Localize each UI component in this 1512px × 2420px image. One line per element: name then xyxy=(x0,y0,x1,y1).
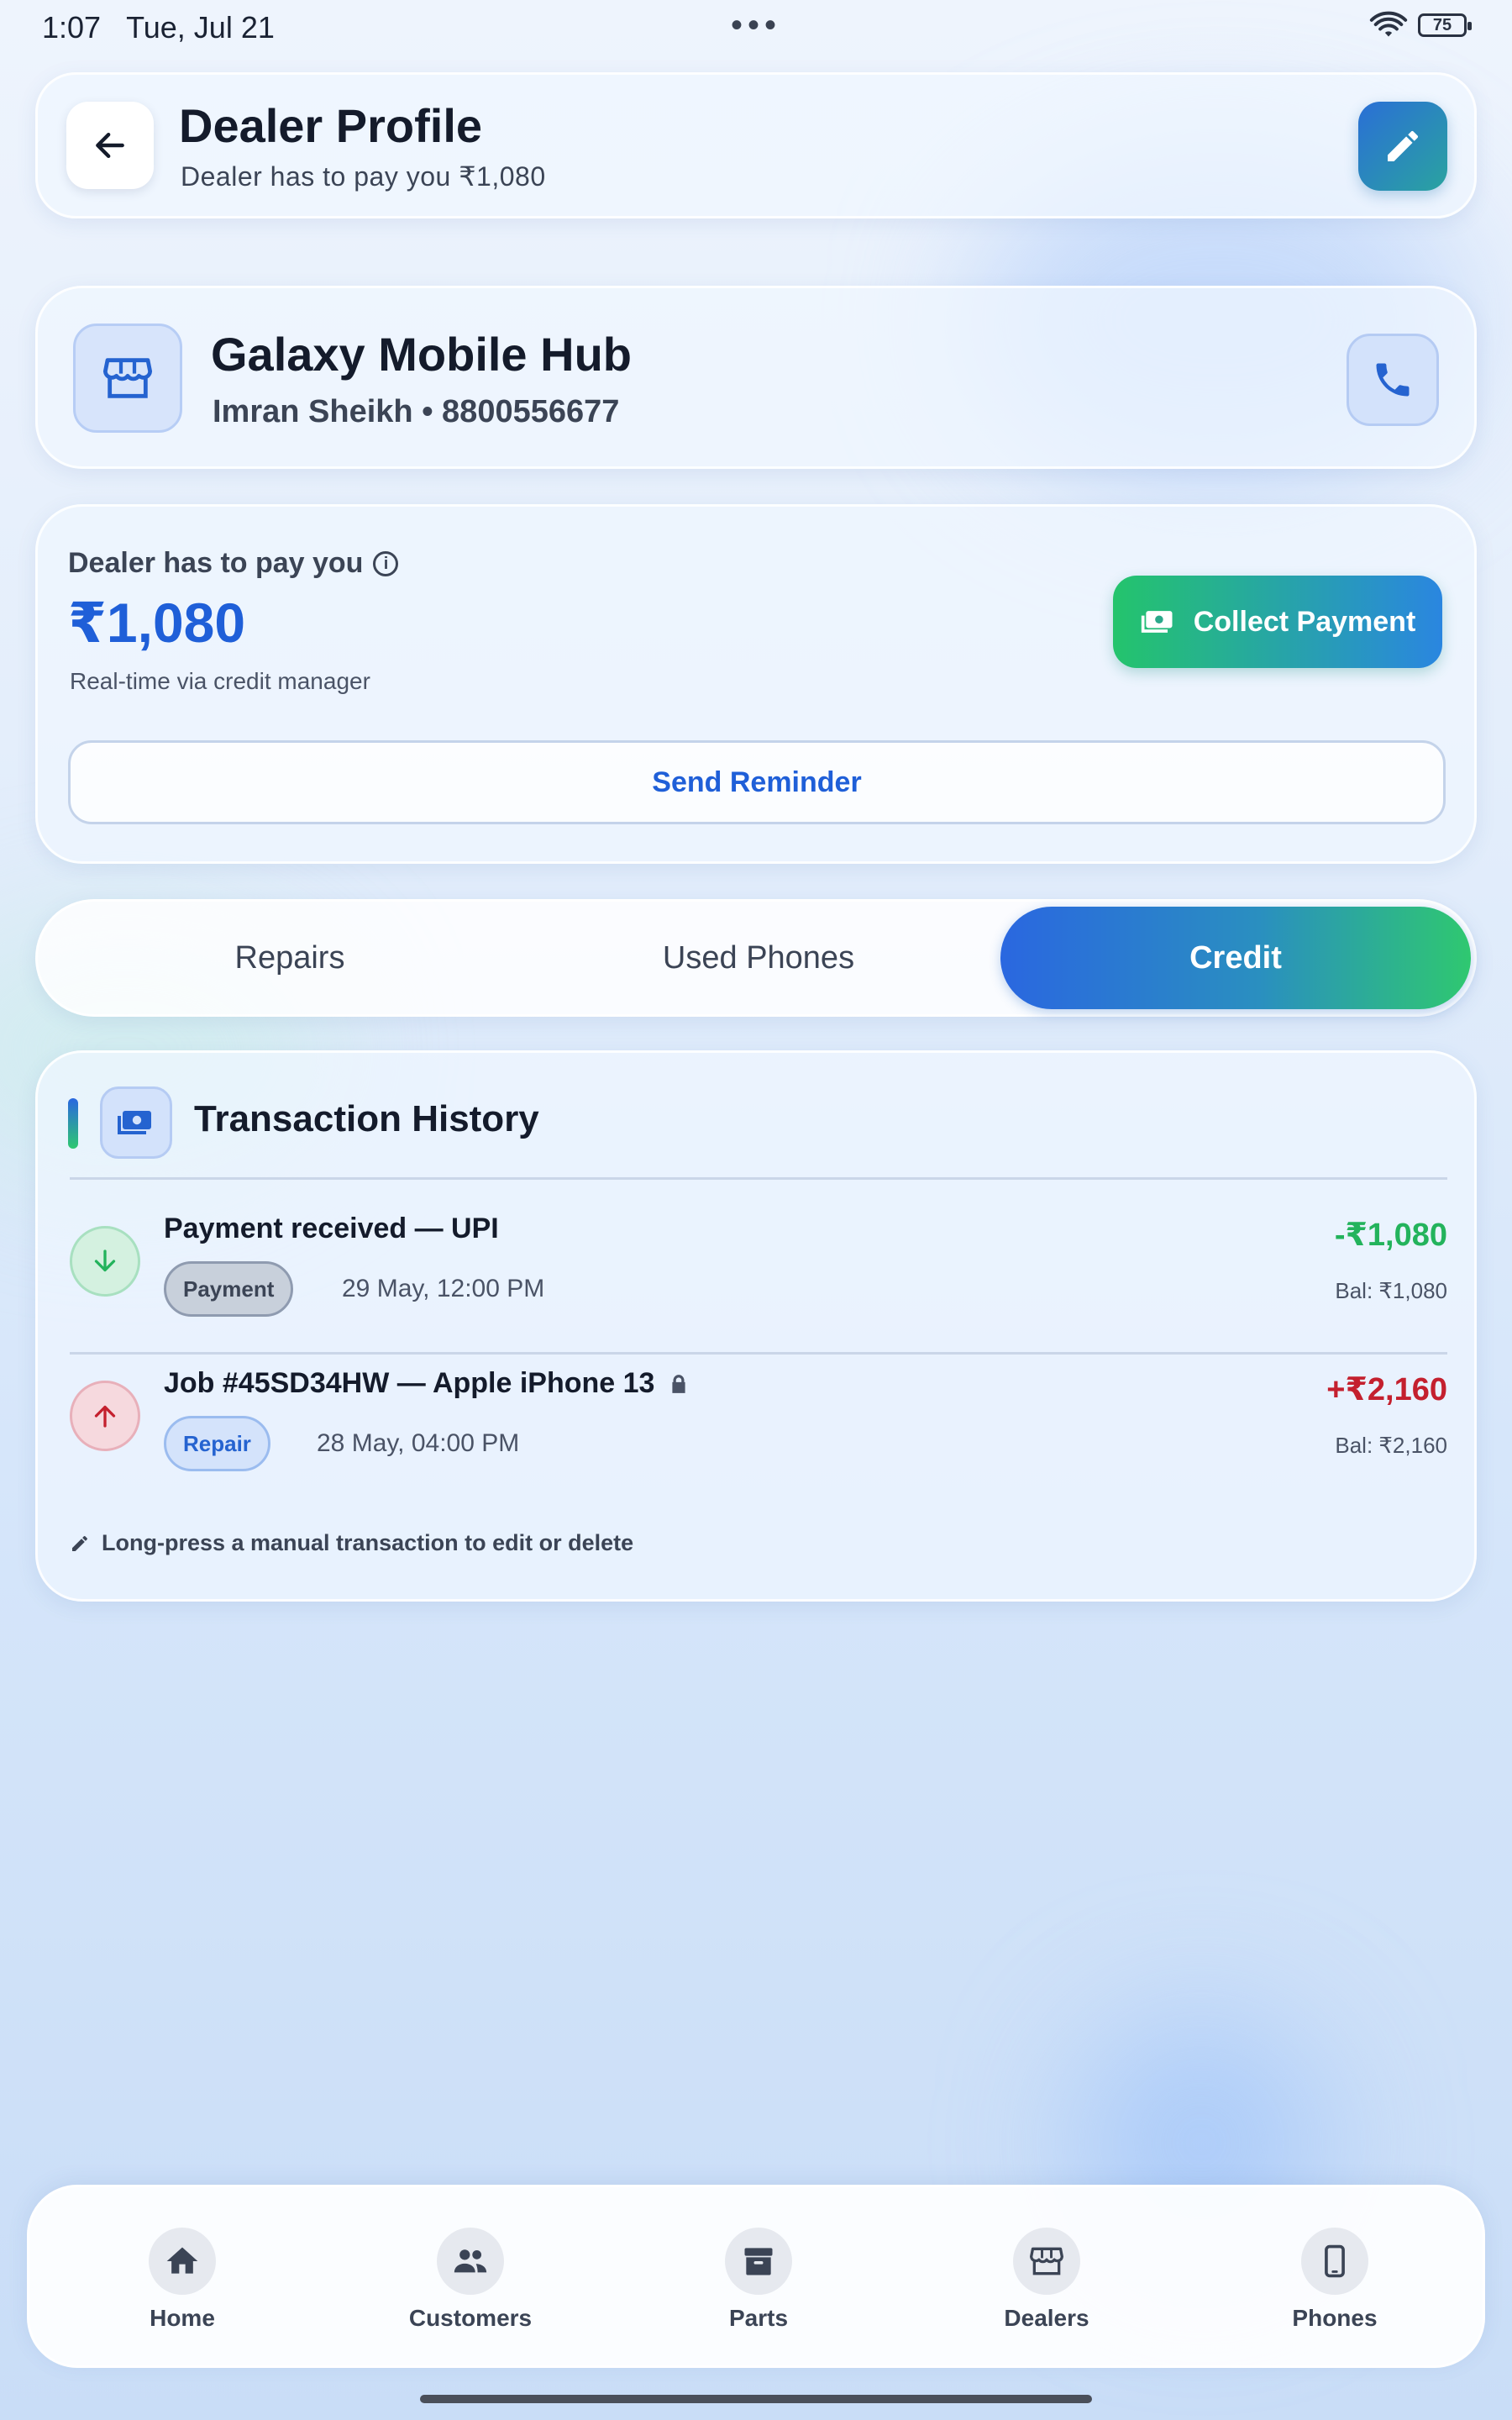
phone-device-icon xyxy=(1325,2244,1345,2278)
home-indicator[interactable] xyxy=(420,2395,1092,2403)
cash-icon xyxy=(118,1111,151,1134)
arrow-down-icon xyxy=(94,1249,116,1272)
people-icon xyxy=(454,2249,487,2273)
call-button[interactable] xyxy=(1347,334,1439,426)
collect-payment-label: Collect Payment xyxy=(1193,605,1416,638)
dealer-card: Galaxy Mobile Hub Imran Sheikh • 8800556… xyxy=(35,286,1477,469)
tab-used-phones[interactable]: Used Phones xyxy=(523,907,994,1009)
store-icon xyxy=(102,358,153,398)
send-reminder-button[interactable]: Send Reminder xyxy=(68,740,1446,824)
info-icon[interactable]: i xyxy=(373,550,399,576)
transaction-history-card: Transaction History Payment received — U… xyxy=(35,1050,1477,1602)
transaction-section-badge xyxy=(100,1086,172,1159)
edit-hint-text: Long-press a manual transaction to edit … xyxy=(102,1530,634,1555)
arrow-left-icon xyxy=(96,132,124,159)
nav-dealers[interactable]: Dealers xyxy=(946,2228,1147,2332)
nav-home[interactable]: Home xyxy=(81,2228,283,2332)
wifi-icon xyxy=(1369,11,1408,37)
dealer-contact: Imran Sheikh • 8800556677 xyxy=(213,394,620,429)
nav-customers[interactable]: Customers xyxy=(370,2228,571,2332)
outgoing-indicator xyxy=(70,1381,140,1451)
balance-label: Dealer has to pay you xyxy=(68,547,364,579)
home-icon xyxy=(166,2247,198,2274)
edit-hint: Long-press a manual transaction to edit … xyxy=(70,1530,633,1556)
phone-call-icon xyxy=(1376,363,1410,397)
store-avatar xyxy=(73,324,182,433)
edit-button[interactable] xyxy=(1358,102,1447,191)
header-bar: Dealer Profile Dealer has to pay you ₹1,… xyxy=(35,72,1477,218)
transaction-row[interactable]: Job #45SD34HW — Apple iPhone 13 Repair 2… xyxy=(70,1342,1447,1493)
status-bar: 1:07 Tue, Jul 21 ••• 75 xyxy=(0,0,1512,52)
transaction-row[interactable]: Payment received — UPI Payment 29 May, 1… xyxy=(70,1187,1447,1339)
tab-repairs[interactable]: Repairs xyxy=(55,907,525,1009)
balance-card: Dealer has to pay you i ₹1,080 Real-time… xyxy=(35,504,1477,864)
pencil-icon xyxy=(72,1535,87,1551)
status-time: 1:07 Tue, Jul 21 xyxy=(42,10,275,45)
transaction-amount: +₹2,160 xyxy=(1326,1372,1447,1407)
transaction-time: 29 May, 12:00 PM xyxy=(342,1275,545,1302)
transaction-tag: Repair xyxy=(164,1416,270,1471)
transaction-balance: Bal: ₹1,080 xyxy=(1335,1278,1447,1303)
balance-note: Real-time via credit manager xyxy=(70,668,370,694)
section-accent-bar xyxy=(68,1098,78,1149)
lock-icon xyxy=(672,1374,686,1393)
more-dots-icon[interactable]: ••• xyxy=(731,7,781,45)
transaction-balance: Bal: ₹2,160 xyxy=(1335,1433,1447,1458)
page-title: Dealer Profile xyxy=(179,99,483,152)
dealer-name: Galaxy Mobile Hub xyxy=(211,328,632,381)
pencil-icon xyxy=(1388,130,1418,161)
tab-credit[interactable]: Credit xyxy=(1000,907,1471,1009)
divider xyxy=(70,1177,1447,1180)
page-subtitle: Dealer has to pay you ₹1,080 xyxy=(181,161,546,192)
nav-parts[interactable]: Parts xyxy=(658,2228,859,2332)
transaction-time: 28 May, 04:00 PM xyxy=(317,1429,520,1457)
store-icon xyxy=(1030,2247,1063,2275)
incoming-indicator xyxy=(70,1226,140,1297)
nav-phones[interactable]: Phones xyxy=(1234,2228,1436,2332)
archive-icon xyxy=(744,2248,773,2275)
back-button[interactable] xyxy=(66,102,154,189)
arrow-up-icon xyxy=(94,1405,116,1428)
transaction-amount: -₹1,080 xyxy=(1334,1218,1447,1253)
collect-payment-button[interactable]: Collect Payment xyxy=(1113,576,1442,668)
cash-icon xyxy=(1141,611,1173,633)
segmented-tabs: Repairs Used Phones Credit xyxy=(35,899,1477,1017)
transaction-name: Payment received — UPI xyxy=(164,1213,499,1244)
battery-icon: 75 xyxy=(1418,13,1472,37)
bottom-navigation: Home Customers Parts Dealers Phones xyxy=(27,2185,1485,2368)
balance-amount: ₹1,080 xyxy=(68,592,246,654)
transaction-name: Job #45SD34HW — Apple iPhone 13 xyxy=(164,1367,690,1400)
section-title: Transaction History xyxy=(194,1098,539,1139)
transaction-tag: Payment xyxy=(164,1261,294,1317)
balance-label-row: Dealer has to pay you i xyxy=(68,547,399,580)
